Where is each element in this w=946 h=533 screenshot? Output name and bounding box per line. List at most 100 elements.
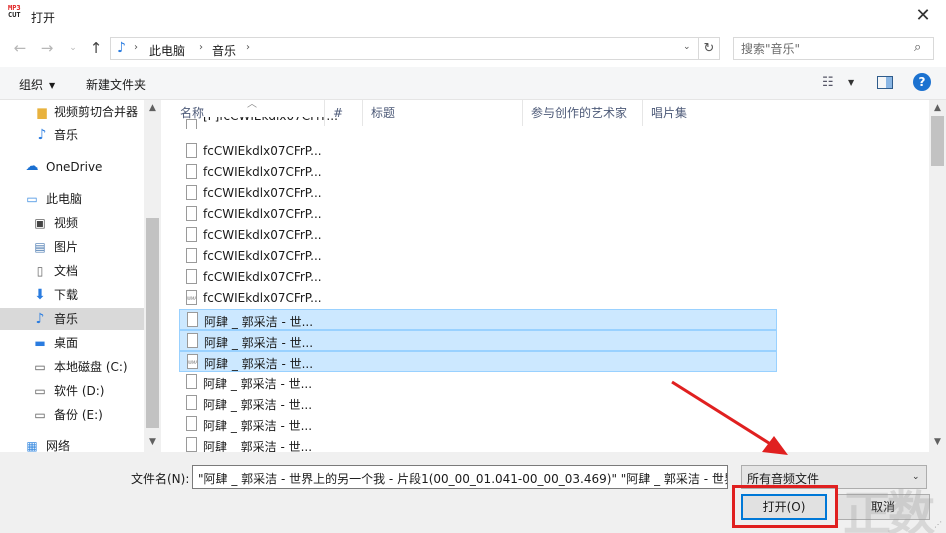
forward-arrow-icon[interactable]: →: [36, 37, 58, 59]
file-name: fcCWIEkdlx07CFrP...: [203, 186, 322, 200]
watermark: 正数: [843, 486, 935, 533]
organize-label: 组织: [19, 78, 44, 92]
address-bar[interactable]: ♪ › 此电脑 › 音乐 › ⌄: [110, 37, 699, 60]
nav-item-drive-e[interactable]: ▭ 备份 (E:): [0, 404, 145, 426]
file-row[interactable]: [F]fcCWIEkdlx07CFrP...: [179, 117, 777, 129]
nav-item-music[interactable]: ♪ 音乐: [0, 308, 145, 330]
nav-item-videos[interactable]: ▣ 视频: [0, 212, 145, 234]
drive-icon: ▭: [34, 384, 46, 398]
file-icon: [186, 269, 197, 284]
nav-item-drive-d[interactable]: ▭ 软件 (D:): [0, 380, 145, 402]
view-dropdown-icon[interactable]: ▼: [848, 78, 854, 87]
file-row[interactable]: 阿肆 _ 郭采洁 - 世...: [179, 393, 777, 414]
help-icon[interactable]: ?: [913, 73, 931, 91]
organize-button[interactable]: 组织 ▼: [19, 76, 55, 93]
nav-item-video-cutter-folder[interactable]: ▆ 视频剪切合并器: [0, 101, 145, 123]
breadcrumb-separator-icon: ›: [199, 42, 203, 53]
file-row[interactable]: fcCWIEkdlx07CFrP...: [179, 162, 777, 183]
file-row[interactable]: fcCWIEkdlx07CFrP...: [179, 204, 777, 225]
new-folder-button[interactable]: 新建文件夹: [86, 76, 146, 93]
recent-locations-chevron-icon[interactable]: ⌄: [62, 37, 84, 59]
file-icon: [186, 164, 197, 179]
file-icon: [187, 333, 198, 348]
nav-scrollbar[interactable]: ▲ ▼: [144, 100, 161, 452]
nav-item-drive-c[interactable]: ▭ 本地磁盘 (C:): [0, 356, 145, 378]
navigation-pane: ▆ 视频剪切合并器 ♪ 音乐 ☁ OneDrive ▭ 此电脑 ▣ 视频 ▤ 图…: [0, 100, 161, 453]
file-icon: [187, 312, 198, 327]
picture-icon: ▤: [34, 240, 46, 254]
file-row[interactable]: fcCWIEkdlx07CFrP...: [179, 225, 777, 246]
up-arrow-icon[interactable]: ↑: [85, 37, 107, 59]
desktop-icon: ▬: [34, 336, 46, 350]
view-options-icon[interactable]: ☷: [822, 75, 834, 90]
file-name: 阿肆 _ 郭采洁 - 世...: [204, 315, 314, 329]
download-icon: ⬇: [34, 287, 46, 303]
refresh-icon[interactable]: ↻: [699, 37, 720, 60]
address-dropdown-icon[interactable]: ⌄: [683, 42, 691, 52]
nav-item-this-pc[interactable]: ▭ 此电脑: [0, 188, 145, 210]
music-note-icon: ♪: [117, 40, 126, 56]
back-arrow-icon[interactable]: ←: [9, 37, 31, 59]
drive-icon: ▭: [34, 408, 46, 422]
file-icon: [186, 374, 197, 389]
nav-item-label: 此电脑: [46, 192, 83, 206]
nav-item-pictures[interactable]: ▤ 图片: [0, 236, 145, 258]
file-list-scrollbar-thumb[interactable]: [931, 116, 944, 166]
scroll-up-icon[interactable]: ▲: [929, 103, 946, 113]
file-name: fcCWIEkdlx07CFrP...: [203, 249, 322, 263]
file-list-scrollbar[interactable]: ▲ ▼: [929, 100, 946, 452]
nav-item-label: 软件 (D:): [54, 384, 105, 398]
nav-item-label: 备份 (E:): [54, 408, 103, 422]
file-row[interactable]: WMA 阿肆 _ 郭采洁 - 世...: [179, 351, 777, 372]
file-name: 阿肆 _ 郭采洁 - 世...: [203, 419, 313, 433]
filename-field[interactable]: "阿肆 _ 郭采洁 - 世界上的另一个我 - 片段1(00_00_01.041-…: [192, 465, 728, 489]
nav-item-downloads[interactable]: ⬇ 下载: [0, 284, 145, 306]
file-name: fcCWIEkdlx07CFrP...: [203, 207, 322, 221]
music-icon: ♪: [37, 127, 47, 143]
breadcrumb-this-pc[interactable]: 此电脑: [149, 42, 185, 59]
file-row[interactable]: 阿肆 _ 郭采洁 - 世...: [179, 372, 777, 393]
video-icon: ▣: [34, 216, 46, 230]
file-row[interactable]: 阿肆 _ 郭采洁 - 世...: [179, 414, 777, 435]
search-box[interactable]: ⌕: [733, 37, 934, 60]
file-row[interactable]: fcCWIEkdlx07CFrP...: [179, 183, 777, 204]
nav-scrollbar-thumb[interactable]: [146, 218, 159, 428]
nav-item-label: 本地磁盘 (C:): [54, 360, 128, 374]
preview-pane-icon[interactable]: [877, 76, 893, 89]
nav-item-label: 视频: [54, 216, 79, 230]
resize-grip-icon[interactable]: ⋰: [934, 520, 942, 529]
scroll-up-icon[interactable]: ▲: [144, 103, 161, 113]
search-input[interactable]: [734, 38, 912, 59]
scroll-down-icon[interactable]: ▼: [929, 437, 946, 447]
dialog-footer: 文件名(N): "阿肆 _ 郭采洁 - 世界上的另一个我 - 片段1(00_00…: [0, 452, 946, 533]
file-list: ︿ 名称 # 标题 参与创作的艺术家 唱片集 [F]fcCWIEkdlx07CF…: [161, 100, 946, 452]
nav-item-label: 下载: [54, 288, 79, 302]
file-row[interactable]: fcCWIEkdlx07CFrP...: [179, 267, 777, 288]
file-row[interactable]: fcCWIEkdlx07CFrP...: [179, 141, 777, 162]
nav-item-label: 视频剪切合并器: [54, 105, 139, 119]
folder-icon: ▆: [37, 105, 47, 119]
file-row[interactable]: 阿肆 _ 郭采洁 - 世...: [179, 330, 777, 351]
breadcrumb-music[interactable]: 音乐: [212, 42, 236, 59]
file-icon: [186, 227, 197, 242]
file-row[interactable]: WMA fcCWIEkdlx07CFrP...: [179, 288, 777, 309]
filename-dropdown-icon[interactable]: ⌄: [713, 468, 721, 478]
nav-item-desktop[interactable]: ▬ 桌面: [0, 332, 145, 354]
title-bar: MP3 CUT 打开 ✕: [0, 0, 946, 33]
file-row[interactable]: 阿肆 _ 郭采洁 - 世...: [179, 435, 777, 452]
search-icon[interactable]: ⌕: [914, 40, 921, 55]
file-icon: [186, 119, 197, 129]
close-icon[interactable]: ✕: [906, 4, 940, 28]
nav-item-onedrive[interactable]: ☁ OneDrive: [0, 156, 145, 178]
file-name: 阿肆 _ 郭采洁 - 世...: [203, 377, 313, 391]
nav-item-label: OneDrive: [46, 160, 103, 174]
file-row[interactable]: fcCWIEkdlx07CFrP...: [179, 246, 777, 267]
wma-file-icon: WMA: [186, 290, 197, 305]
nav-item-documents[interactable]: ▯ 文档: [0, 260, 145, 282]
breadcrumb-separator-icon: ›: [134, 42, 138, 53]
file-row[interactable]: 阿肆 _ 郭采洁 - 世...: [179, 309, 777, 330]
scroll-down-icon[interactable]: ▼: [144, 437, 161, 447]
computer-icon: ▭: [26, 192, 38, 206]
nav-item-music-quick[interactable]: ♪ 音乐: [0, 124, 145, 146]
organize-dropdown-icon: ▼: [49, 81, 56, 90]
